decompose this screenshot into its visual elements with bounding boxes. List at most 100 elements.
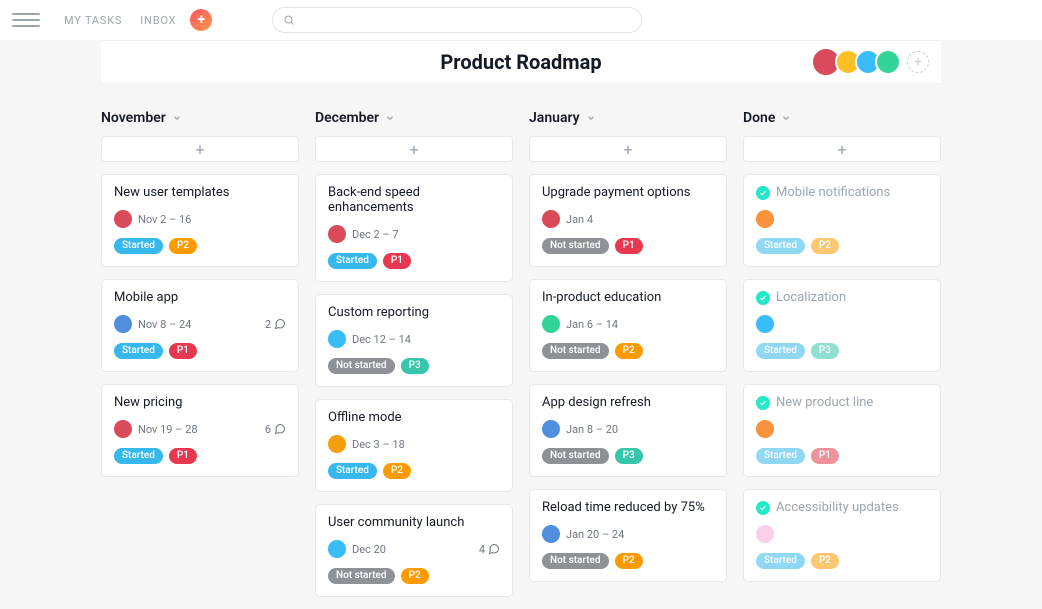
assignee-avatar (542, 210, 560, 228)
card[interactable]: Mobile appNov 8 – 242StartedP1 (101, 279, 299, 372)
priority-pill: P2 (615, 343, 643, 359)
card-date: Nov 8 – 24 (138, 318, 191, 331)
priority-pill: P3 (615, 448, 643, 464)
card-title: App design refresh (542, 395, 714, 410)
card-title-text: Back-end speed enhancements (328, 185, 500, 215)
assignee-avatar (542, 420, 560, 438)
status-pill: Started (756, 553, 805, 569)
priority-pill: P2 (811, 238, 839, 254)
card-title-text: Custom reporting (328, 305, 429, 320)
card-tags: Not started P2 (542, 343, 714, 359)
global-add-button[interactable]: + (190, 9, 212, 31)
card[interactable]: New pricingNov 19 – 286StartedP1 (101, 384, 299, 477)
priority-pill: P2 (401, 568, 429, 584)
status-pill: Started (328, 463, 377, 479)
card[interactable]: New user templatesNov 2 – 16StartedP2 (101, 174, 299, 267)
status-pill: Not started (542, 343, 609, 359)
column-header[interactable]: January (529, 110, 727, 126)
assignee-avatar (756, 210, 774, 228)
card[interactable]: Accessibility updates StartedP2 (743, 489, 941, 582)
card-title-text: New user templates (114, 185, 230, 200)
add-card-button[interactable]: + (315, 136, 513, 162)
nav-my-tasks[interactable]: MY TASKS (64, 14, 122, 27)
assignee-avatar (542, 525, 560, 543)
add-member-button[interactable]: + (907, 51, 929, 73)
card-title: Mobile notifications (756, 185, 928, 200)
card[interactable]: Upgrade payment optionsJan 4Not startedP… (529, 174, 727, 267)
card-title: Offline mode (328, 410, 500, 425)
card-tags: Not startedP2 (328, 568, 500, 584)
assignee-avatar (114, 210, 132, 228)
card-tags: StartedP2 (756, 553, 928, 569)
card-meta: Jan 8 – 20 (542, 420, 714, 438)
status-pill: Started (756, 448, 805, 464)
status-pill: Not started (328, 358, 395, 374)
card[interactable]: New product lineStartedP1 (743, 384, 941, 477)
card-meta: Dec 204 (328, 540, 500, 558)
card[interactable]: Offline mode Dec 3 – 18 Started P2 (315, 399, 513, 492)
assignee-avatar (756, 420, 774, 438)
comment-icon (274, 423, 286, 435)
add-card-button[interactable]: + (529, 136, 727, 162)
card-tags: StartedP1 (328, 253, 500, 269)
card[interactable]: In-product educationJan 6 – 14Not starte… (529, 279, 727, 372)
assignee-avatar (756, 525, 774, 543)
menu-hamburger-icon[interactable] (12, 6, 40, 34)
card-title-text: New pricing (114, 395, 182, 410)
column-header[interactable]: Done (743, 110, 941, 126)
card-meta: Dec 3 – 18 (328, 435, 500, 453)
search-field[interactable] (272, 7, 642, 33)
assignee-avatar (542, 315, 560, 333)
assignee-avatar (756, 315, 774, 333)
nav-links: MY TASKS INBOX (64, 14, 176, 27)
status-pill: Not started (542, 448, 609, 464)
card-title-text: App design refresh (542, 395, 651, 410)
search-input[interactable] (301, 13, 631, 27)
card[interactable]: User community launch Dec 204 Not startedP… (315, 504, 513, 597)
priority-pill: P2 (615, 553, 643, 569)
card[interactable]: Back-end speed enhancements Dec 2 – 7 Star… (315, 174, 513, 282)
card-title: Accessibility updates (756, 500, 928, 515)
card[interactable]: Custom reportingDec 12 – 14Not startedP3 (315, 294, 513, 387)
done-check-icon (756, 396, 770, 410)
card-meta: Nov 8 – 242 (114, 315, 286, 333)
comment-count: 6 (265, 423, 286, 436)
card-meta: Jan 4 (542, 210, 714, 228)
card-tags: Not started P2 (542, 553, 714, 569)
status-pill: Not started (542, 553, 609, 569)
column-title: December (315, 110, 379, 126)
add-card-button[interactable]: + (743, 136, 941, 162)
priority-pill: P2 (383, 463, 411, 479)
priority-pill: P1 (169, 448, 197, 464)
search-icon (283, 14, 295, 26)
assignee-avatar (114, 315, 132, 333)
done-check-icon (756, 501, 770, 515)
nav-inbox[interactable]: INBOX (140, 14, 176, 27)
add-card-button[interactable]: + (101, 136, 299, 162)
card-meta: Nov 2 – 16 (114, 210, 286, 228)
card[interactable]: Localization Started P3 (743, 279, 941, 372)
member-avatar[interactable] (875, 49, 901, 75)
priority-pill: P3 (811, 343, 839, 359)
priority-pill: P1 (169, 343, 197, 359)
card-title: User community launch (328, 515, 500, 530)
card-title-text: Localization (776, 290, 846, 305)
status-pill: Started (114, 343, 163, 359)
status-pill: Started (756, 343, 805, 359)
card-title-text: User community launch (328, 515, 464, 530)
card-meta (756, 315, 928, 333)
comment-count: 4 (479, 543, 500, 556)
chevron-down-icon (172, 113, 182, 123)
card-tags: StartedP1 (756, 448, 928, 464)
column-header[interactable]: December (315, 110, 513, 126)
status-pill: Started (114, 238, 163, 254)
card-date: Jan 20 – 24 (566, 528, 624, 541)
card[interactable]: Mobile notificationsStartedP2 (743, 174, 941, 267)
assignee-avatar (328, 540, 346, 558)
card-meta: Dec 2 – 7 (328, 225, 500, 243)
card-date: Jan 8 – 20 (566, 423, 618, 436)
status-pill: Started (328, 253, 377, 269)
card[interactable]: App design refresh Jan 8 – 20 Not started P… (529, 384, 727, 477)
card[interactable]: Reload time reduced by 75%Jan 20 – 24Not… (529, 489, 727, 582)
column-header[interactable]: November (101, 110, 299, 126)
